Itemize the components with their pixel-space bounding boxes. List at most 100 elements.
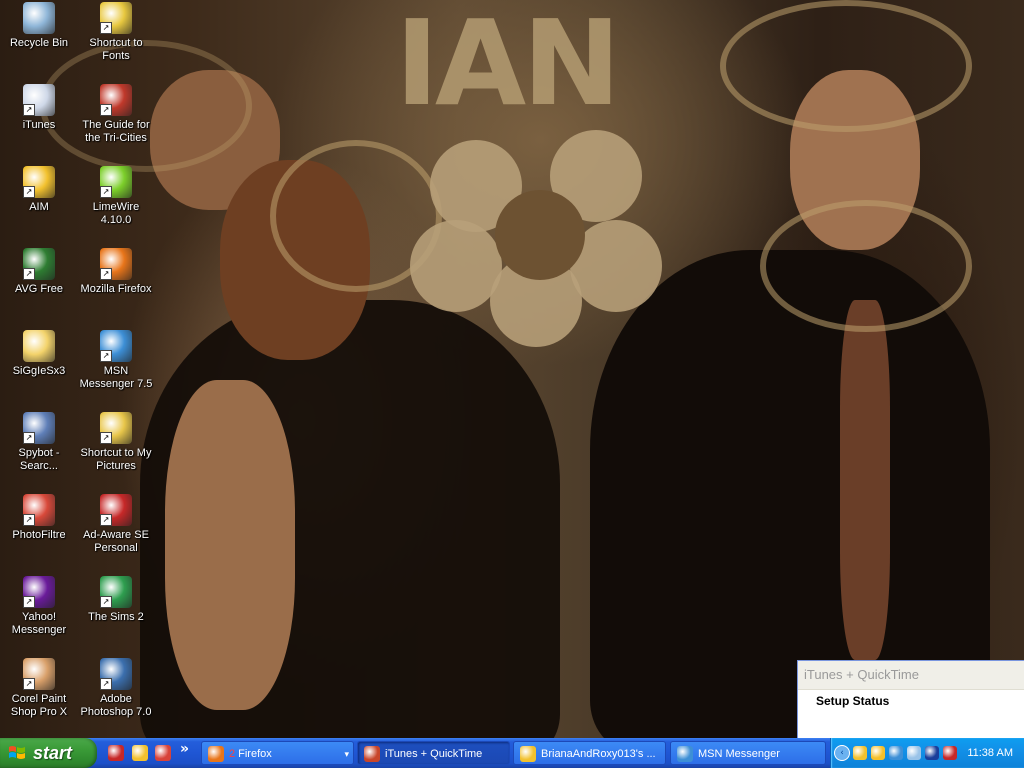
itunes-setup-window[interactable]: iTunes + QuickTime Setup Status <box>797 660 1024 740</box>
desktop-icon-corel-paint-shop[interactable]: ↗ Corel Paint Shop Pro X <box>0 658 78 719</box>
taskbar-button-text: BrianaAndRoxy013's ... <box>541 748 656 760</box>
shortcut-arrow-icon: ↗ <box>23 596 35 608</box>
itunes-setup-window-title[interactable]: iTunes + QuickTime <box>798 661 1024 690</box>
quicklaunch-adaware-icon[interactable] <box>108 745 124 761</box>
desktop-icon-photoshop[interactable]: ↗ Adobe Photoshop 7.0 <box>77 658 155 719</box>
tray-security-icon[interactable] <box>925 746 939 760</box>
tray-aim-icon[interactable] <box>853 746 867 760</box>
desktop-icon-msn-messenger[interactable]: ↗ MSN Messenger 7.5 <box>77 330 155 391</box>
itunes-setup-task-icon <box>364 746 380 762</box>
shortcut-arrow-icon: ↗ <box>23 678 35 690</box>
photoshop-icon: ↗ <box>100 658 132 690</box>
desktop-icon-label: Spybot - Searc... <box>18 447 60 472</box>
wallpaper-hibiscus-flower <box>410 120 670 350</box>
desktop-icon-label: LimeWire 4.10.0 <box>92 201 140 226</box>
shortcut-arrow-icon: ↗ <box>100 104 112 116</box>
desktop-icon-itunes[interactable]: ↗ iTunes <box>0 84 78 132</box>
quicklaunch-mushroom-icon[interactable] <box>155 745 171 761</box>
firefox-icon: ↗ <box>100 248 132 280</box>
ad-aware-icon: ↗ <box>100 494 132 526</box>
desktop-icon-folder[interactable]: SiGgIeSx3 <box>0 330 78 378</box>
desktop-icon-label: PhotoFiltre <box>12 529 66 541</box>
desktop-icon-guide[interactable]: ↗ The Guide for the Tri-Cities <box>77 84 155 145</box>
clock[interactable]: 11:38 AM <box>967 738 1013 768</box>
shortcut-arrow-icon: ↗ <box>100 268 112 280</box>
desktop-icon-aim[interactable]: ↗ AIM <box>0 166 78 214</box>
shortcut-arrow-icon: ↗ <box>23 268 35 280</box>
taskbar-button-msn[interactable]: MSN Messenger <box>670 741 826 765</box>
desktop-icon-label: Mozilla Firefox <box>80 283 152 295</box>
desktop-icon-photofiltre[interactable]: ↗ PhotoFiltre <box>0 494 78 542</box>
guide-icon: ↗ <box>100 84 132 116</box>
desktop-icon-label: SiGgIeSx3 <box>12 365 66 377</box>
taskbar-button-label: 2 Firefox <box>229 742 272 764</box>
desktop-icon-recycle-bin[interactable]: Recycle Bin <box>0 2 78 50</box>
taskbar-button-label: BrianaAndRoxy013's ... <box>541 742 656 764</box>
desktop-icon-label: MSN Messenger 7.5 <box>79 365 153 390</box>
taskbar-button-firefox[interactable]: 2 Firefox ▾ <box>201 741 354 765</box>
shortcut-arrow-icon: ↗ <box>23 432 35 444</box>
tray-network-icon[interactable] <box>907 746 921 760</box>
system-tray: ‹ 11:38 AM <box>830 738 1024 768</box>
tray-msn-icon[interactable] <box>889 746 903 760</box>
taskbar-button-label: MSN Messenger <box>698 742 780 764</box>
wallpaper-ornament <box>720 0 972 132</box>
quick-launch-more-button[interactable]: » <box>180 741 189 757</box>
start-label: start <box>33 743 73 763</box>
desktop-icon-limewire[interactable]: ↗ LimeWire 4.10.0 <box>77 166 155 227</box>
desktop-icon-avg[interactable]: ↗ AVG Free <box>0 248 78 296</box>
show-hidden-icons-button[interactable]: ‹ <box>834 745 850 761</box>
avg-icon: ↗ <box>23 248 55 280</box>
desktop-icon-label: Adobe Photoshop 7.0 <box>80 693 152 718</box>
desktop-icon-label: Yahoo! Messenger <box>11 611 67 636</box>
itunes-icon: ↗ <box>23 84 55 116</box>
taskbar-button-itunes-setup[interactable]: iTunes + QuickTime <box>357 741 510 765</box>
desktop-icon-yahoo-messenger[interactable]: ↗ Yahoo! Messenger <box>0 576 78 637</box>
shortcut-arrow-icon: ↗ <box>100 678 112 690</box>
taskbar-button-text: MSN Messenger <box>698 748 780 760</box>
desktop-icon-label: Corel Paint Shop Pro X <box>10 693 68 718</box>
desktop-icon-firefox[interactable]: ↗ Mozilla Firefox <box>77 248 155 296</box>
setup-status-label: Setup Status <box>816 694 890 708</box>
shortcut-arrow-icon: ↗ <box>100 350 112 362</box>
aim-icon: ↗ <box>23 166 55 198</box>
shortcut-arrow-icon: ↗ <box>23 514 35 526</box>
shortcut-arrow-icon: ↗ <box>100 596 112 608</box>
desktop-icon-label: iTunes <box>22 119 56 131</box>
shortcut-arrow-icon: ↗ <box>100 432 112 444</box>
wallpaper-left-figure-chest <box>165 380 295 710</box>
msn-task-icon <box>677 746 693 762</box>
tray-adaware-icon[interactable] <box>943 746 957 760</box>
quicklaunch-aim-icon[interactable] <box>132 745 148 761</box>
corel-paint-shop-icon: ↗ <box>23 658 55 690</box>
taskbar-button-label: iTunes + QuickTime <box>385 742 482 764</box>
my-pictures-icon: ↗ <box>100 412 132 444</box>
window-group-count: 2 <box>229 748 236 760</box>
desktop-icon-ad-aware[interactable]: ↗ Ad-Aware SE Personal <box>77 494 155 555</box>
shortcut-arrow-icon: ↗ <box>100 514 112 526</box>
shortcut-arrow-icon: ↗ <box>23 104 35 116</box>
taskbar-button-aim-chat[interactable]: BrianaAndRoxy013's ... <box>513 741 666 765</box>
desktop-icon-label: Shortcut to Fonts <box>89 37 143 62</box>
desktop-icon-my-pictures[interactable]: ↗ Shortcut to My Pictures <box>77 412 155 473</box>
chevron-down-icon[interactable]: ▾ <box>344 742 349 764</box>
spybot-icon: ↗ <box>23 412 55 444</box>
tray-yahoo-icon[interactable] <box>871 746 885 760</box>
desktop-icon-fonts-folder[interactable]: ↗ Shortcut to Fonts <box>77 2 155 63</box>
desktop-icon-label: Shortcut to My Pictures <box>80 447 152 472</box>
desktop-icon-label: AIM <box>29 201 49 213</box>
desktop-icon-sims[interactable]: ↗ The Sims 2 <box>77 576 155 624</box>
desktop-icon-spybot[interactable]: ↗ Spybot - Searc... <box>0 412 78 473</box>
shortcut-arrow-icon: ↗ <box>23 186 35 198</box>
limewire-icon: ↗ <box>100 166 132 198</box>
folder-icon <box>23 330 55 362</box>
wallpaper-right-figure-chest <box>840 300 890 660</box>
taskbar: start » 2 Firefox ▾ iTunes + QuickTime Brian… <box>0 738 1024 768</box>
taskbar-button-text: Firefox <box>238 748 272 760</box>
msn-messenger-icon: ↗ <box>100 330 132 362</box>
fonts-folder-icon: ↗ <box>100 2 132 34</box>
desktop-icon-label: AVG Free <box>14 283 64 295</box>
start-button[interactable]: start <box>0 738 97 768</box>
desktop-icon-label: The Guide for the Tri-Cities <box>82 119 150 144</box>
wallpaper-ornament <box>760 200 972 332</box>
